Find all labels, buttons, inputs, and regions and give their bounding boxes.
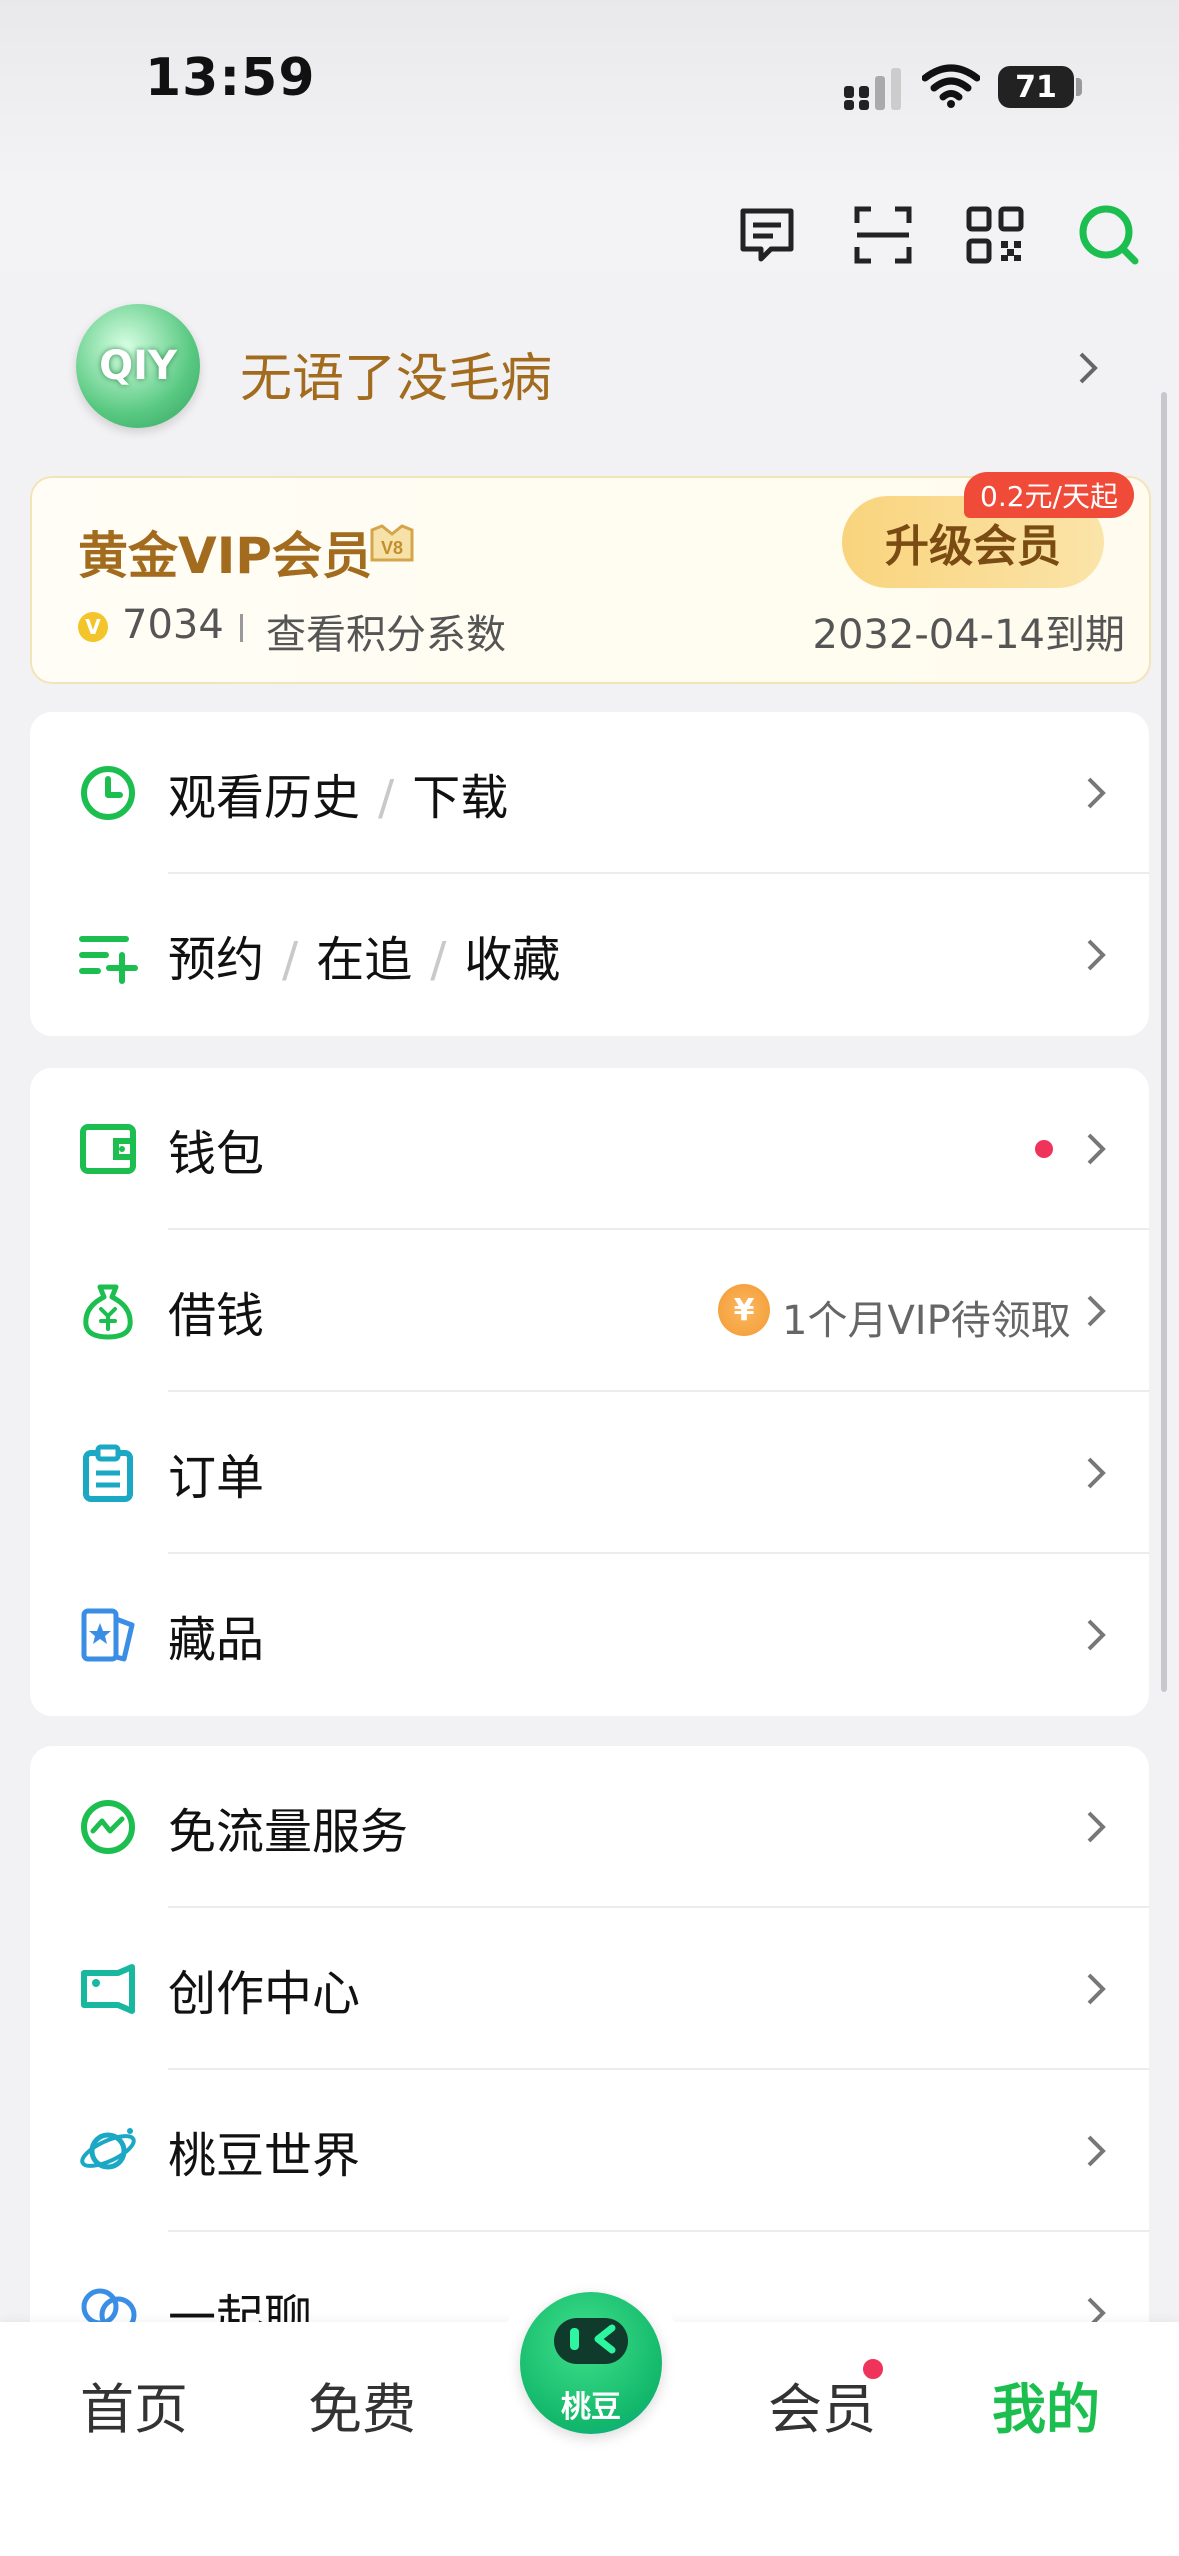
vip-expiry: 2032-04-14到期: [812, 612, 1125, 658]
points-coin-icon: V: [78, 612, 108, 642]
list-item-taodou-world[interactable]: 桃豆世界: [30, 2070, 1149, 2232]
scrollbar[interactable]: [1161, 392, 1167, 1692]
points-value: 7034: [122, 602, 224, 648]
list-item-history[interactable]: 观看历史 / 下载: [30, 712, 1149, 874]
chevron-right-icon: [1083, 1809, 1109, 1845]
money-bag-icon: [78, 1281, 138, 1341]
chevron-right-icon: [1083, 1455, 1109, 1491]
list-item-label: 创作中心: [168, 1966, 361, 2022]
list-item-label: 钱包: [168, 1126, 265, 1182]
tab-home[interactable]: 首页: [80, 2365, 188, 2444]
list-item-follow[interactable]: 预约 / 在追 / 收藏: [30, 874, 1149, 1036]
chevron-right-icon: [1083, 775, 1109, 811]
vip-card[interactable]: 黄金VIP会员 V8 V 7034 查看积分系数 2032-04-14到期 升级…: [30, 472, 1151, 684]
clock-icon: [78, 763, 138, 823]
points-link[interactable]: 查看积分系数: [266, 602, 506, 660]
avatar[interactable]: QIY: [76, 304, 200, 428]
search-icon[interactable]: [1074, 200, 1144, 270]
chevron-right-icon: [1083, 2133, 1109, 2169]
svg-text:V8: V8: [381, 538, 403, 558]
points-divider: [240, 614, 243, 642]
vip-title: 黄金VIP会员: [78, 527, 372, 585]
list-item-label: 借钱: [168, 1288, 265, 1344]
chevron-right-icon: [1083, 1293, 1109, 1329]
battery-level: 71: [1015, 69, 1057, 105]
tab-taodou-label: 桃豆: [561, 2390, 621, 2425]
tab-mine[interactable]: 我的: [992, 2365, 1100, 2444]
signal-icon: [842, 66, 904, 114]
battery-nub: [1076, 78, 1082, 96]
collectible-icon: [78, 1605, 138, 1665]
taodou-face-icon: [554, 2318, 628, 2364]
reserve-link[interactable]: 预约: [168, 932, 264, 988]
vip-badge-icon: V8: [368, 522, 416, 568]
vip-tab-red-dot: [860, 2356, 886, 2382]
list-add-icon: [78, 925, 138, 985]
profile-chevron-icon[interactable]: [1075, 350, 1101, 390]
tab-vip[interactable]: 会员: [768, 2365, 876, 2444]
list-item-collectibles[interactable]: 藏品: [30, 1554, 1149, 1716]
list-item-creator-center[interactable]: 创作中心: [30, 1908, 1149, 2070]
list-item-borrow[interactable]: 借钱 ¥ 1个月VIP待领取: [30, 1230, 1149, 1392]
clipboard-icon: [78, 1443, 138, 1503]
planet-icon: [78, 2121, 138, 2181]
history-link[interactable]: 观看历史: [168, 770, 360, 826]
wave-circle-icon: [78, 1797, 138, 1857]
chevron-right-icon: [1083, 1131, 1109, 1167]
list-item-wallet[interactable]: 钱包: [30, 1068, 1149, 1230]
yuan-coin-icon: ¥: [718, 1284, 770, 1336]
list-item-label: 订单: [168, 1450, 265, 1506]
list-item-label: 桃豆世界: [168, 2128, 361, 2184]
tab-free[interactable]: 免费: [308, 2365, 416, 2444]
list-item-label: 预约 / 在追 / 收藏: [168, 932, 561, 988]
wallet-icon: [78, 1119, 138, 1179]
battery-indicator: 71: [998, 66, 1074, 108]
list-item-label: 藏品: [168, 1612, 265, 1668]
username[interactable]: 无语了没毛病: [240, 336, 552, 411]
borrow-hint: 1个月VIP待领取: [782, 1298, 1071, 1344]
scan-icon[interactable]: [848, 200, 918, 270]
status-time: 13:59: [145, 48, 316, 108]
list-item-label: 观看历史 / 下载: [168, 770, 509, 826]
chevron-right-icon: [1083, 1971, 1109, 2007]
download-link[interactable]: 下载: [412, 770, 508, 826]
qr-code-icon[interactable]: [960, 200, 1030, 270]
chevron-right-icon: [1083, 1617, 1109, 1653]
list-item-free-data[interactable]: 免流量服务: [30, 1746, 1149, 1908]
tab-taodou[interactable]: 桃豆: [520, 2292, 662, 2434]
avatar-text: QIY: [99, 343, 177, 389]
price-badge: 0.2元/天起: [964, 472, 1134, 518]
history-card: 观看历史 / 下载 预约 / 在追 / 收藏: [30, 712, 1149, 1036]
chevron-right-icon: [1083, 937, 1109, 973]
message-icon[interactable]: [732, 200, 802, 270]
finance-card: 钱包 借钱 ¥ 1个月VIP待领取 订单 藏品: [30, 1068, 1149, 1716]
favorites-link[interactable]: 收藏: [464, 932, 560, 988]
wifi-icon: [921, 64, 981, 112]
camera-icon: [78, 1959, 138, 2019]
red-dot-badge: [1035, 1140, 1053, 1158]
following-link[interactable]: 在追: [316, 932, 412, 988]
list-item-label: 免流量服务: [168, 1804, 409, 1860]
list-item-orders[interactable]: 订单: [30, 1392, 1149, 1554]
